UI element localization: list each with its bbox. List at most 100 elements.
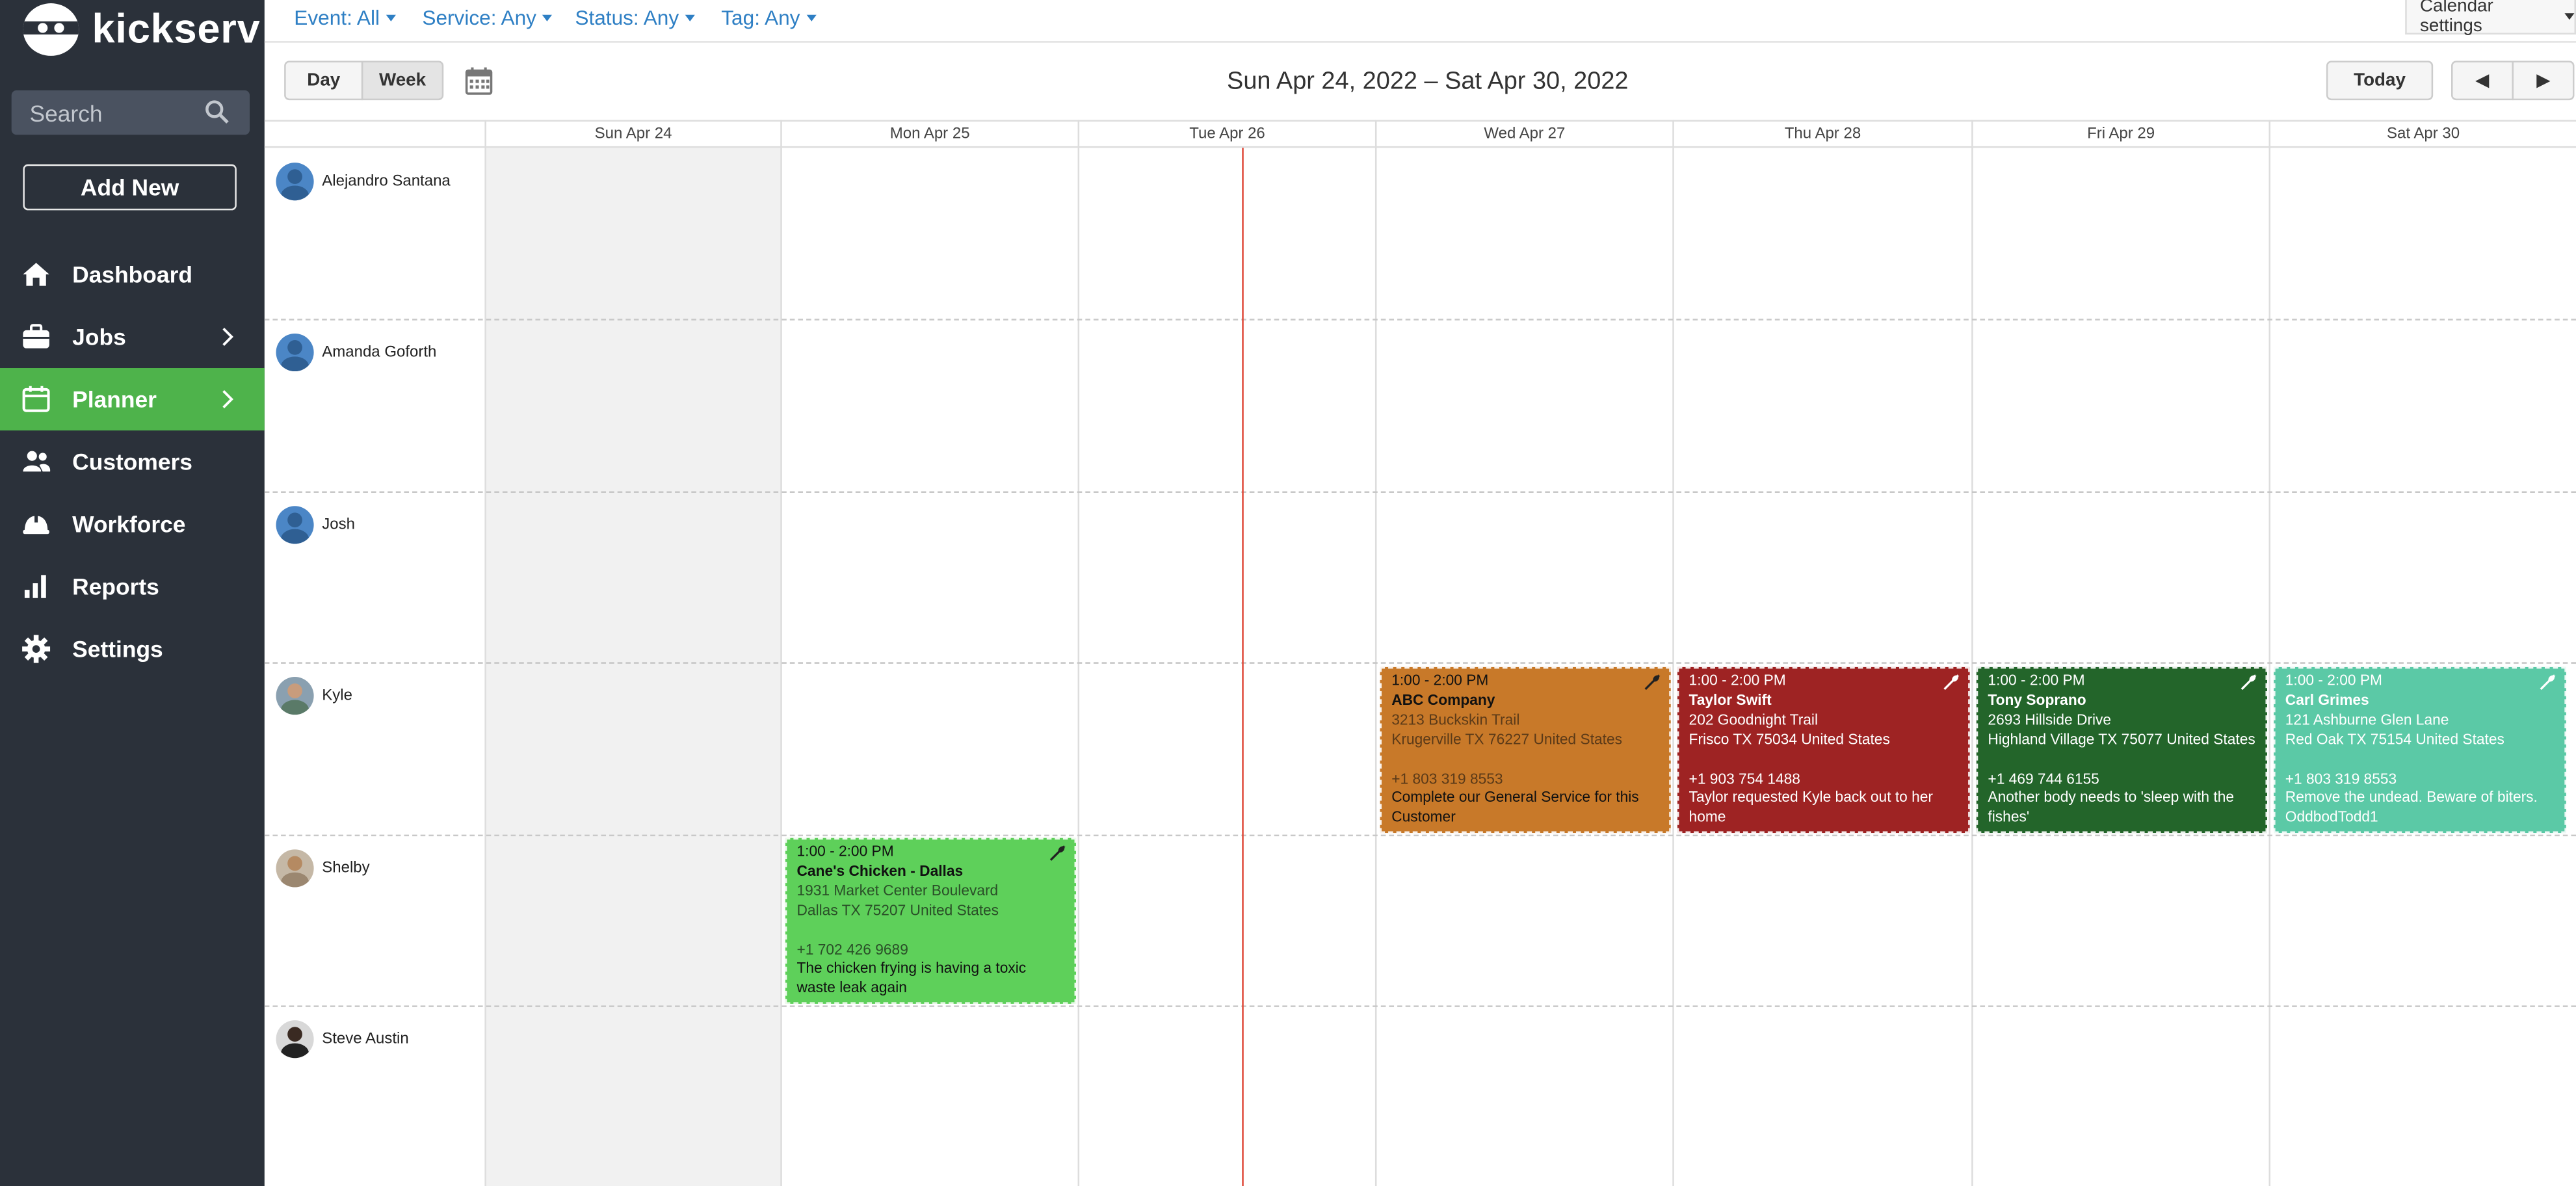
technician-row-label: Steve Austin <box>276 1019 409 1059</box>
event-time: 1:00 - 2:00 PM <box>1391 672 1489 689</box>
event-note: The chicken frying is having a toxic was… <box>796 960 1027 997</box>
day-header-fri: Fri Apr 29 <box>1973 120 2271 148</box>
filter-label: Tag: Any <box>721 7 800 30</box>
briefcase-icon <box>23 324 49 349</box>
caret-down-icon <box>2564 13 2575 20</box>
event-address-line2: Krugerville TX 76227 United States <box>1391 730 1623 747</box>
event-address-line1: 2693 Hillside Drive <box>1988 711 2112 728</box>
nav-item-planner[interactable]: Planner <box>0 368 265 431</box>
app-name: kickserv <box>92 5 261 52</box>
event-time: 1:00 - 2:00 PM <box>2285 672 2382 689</box>
search-box <box>11 90 250 135</box>
filter-label: Status: Any <box>575 7 679 30</box>
tag-filter-dropdown[interactable]: Tag: Any <box>721 7 817 30</box>
status-filter-dropdown[interactable]: Status: Any <box>575 7 696 30</box>
technician-name: Alejandro Santana <box>322 172 451 190</box>
day-header-sun: Sun Apr 24 <box>486 120 782 148</box>
technician-name: Steve Austin <box>322 1029 409 1048</box>
filter-bar: Event: All Service: Any Status: Any Tag:… <box>264 0 2576 43</box>
avatar <box>276 332 314 371</box>
nav-label: Jobs <box>72 323 126 350</box>
date-picker-icon[interactable] <box>465 66 493 95</box>
technician-name: Josh <box>322 515 355 533</box>
calendar-settings-button[interactable]: Calendar settings <box>2405 0 2576 36</box>
job-event-card[interactable]: 1:00 - 2:00 PM ABC Company 3213 Buckskin… <box>1380 666 1671 834</box>
event-filter-dropdown[interactable]: Event: All <box>294 7 397 29</box>
event-address-line1: 121 Ashburne Glen Lane <box>2285 711 2449 728</box>
event-time: 1:00 - 2:00 PM <box>1988 672 2085 689</box>
event-address-line2: Frisco TX 75034 United States <box>1689 730 1890 747</box>
previous-week-button[interactable]: ◀ <box>2451 60 2514 101</box>
row-divider <box>264 834 2576 837</box>
avatar <box>276 676 314 714</box>
search-input[interactable] <box>26 98 214 127</box>
search-icon[interactable] <box>204 99 230 125</box>
job-event-card[interactable]: 1:00 - 2:00 PM Taylor Swift 202 Goodnigh… <box>1677 666 1970 834</box>
hardhat-icon <box>23 514 49 534</box>
wrench-icon <box>2241 674 2257 691</box>
today-button[interactable]: Today <box>2326 60 2434 101</box>
technician-row-label: Kyle <box>276 676 352 715</box>
day-header-sat: Sat Apr 30 <box>2386 125 2460 143</box>
day-column-sun[interactable] <box>486 148 782 1186</box>
event-customer: Tony Soprano <box>1988 691 2086 708</box>
nav-item-reports[interactable]: Reports <box>0 555 265 618</box>
technician-name: Amanda Goforth <box>322 342 437 361</box>
calendar-grid: Sun Apr 24 Mon Apr 25 Tue Apr 26 Wed Apr… <box>264 120 2576 1186</box>
nav-label: Reports <box>72 573 159 600</box>
filter-label: Service: Any <box>422 7 536 30</box>
event-customer: Carl Grimes <box>2285 691 2369 708</box>
week-view-button[interactable]: Week <box>361 60 444 101</box>
avatar <box>276 849 314 887</box>
event-note: Another body needs to 'sleep with the fi… <box>1988 789 2235 826</box>
technician-name: Shelby <box>322 858 370 877</box>
row-divider <box>264 1005 2576 1007</box>
event-phone: +1 803 319 8553 <box>2285 769 2397 787</box>
technician-name: Kyle <box>322 685 352 704</box>
nav-item-settings[interactable]: Settings <box>0 618 265 680</box>
add-new-button[interactable]: Add New <box>23 164 237 211</box>
nav-item-jobs[interactable]: Jobs <box>0 306 265 368</box>
event-address-line2: Dallas TX 75207 United States <box>796 901 999 918</box>
event-address-line2: Red Oak TX 75154 United States <box>2285 730 2504 747</box>
calendar-settings-label: Calendar settings <box>2419 0 2493 36</box>
app-logo[interactable]: kickserv <box>23 3 260 56</box>
job-event-card[interactable]: 1:00 - 2:00 PM Cane's Chicken - Dallas 1… <box>785 837 1077 1004</box>
gear-icon <box>22 635 51 663</box>
nav-label: Workforce <box>72 510 186 538</box>
nav-label: Customers <box>72 448 192 475</box>
nav-item-customers[interactable]: Customers <box>0 430 265 493</box>
nav-label: Dashboard <box>72 261 192 288</box>
job-event-card[interactable]: 1:00 - 2:00 PM Carl Grimes 121 Ashburne … <box>2274 666 2566 834</box>
wrench-icon <box>2540 674 2556 691</box>
chevron-right-icon <box>222 328 233 346</box>
event-note: Complete our General Service for this Cu… <box>1391 789 1639 826</box>
next-week-button[interactable]: ▶ <box>2512 60 2575 101</box>
event-phone: +1 469 744 6155 <box>1988 769 2099 787</box>
resource-header <box>265 120 486 148</box>
day-header-thu: Thu Apr 28 <box>1674 120 1973 148</box>
page: kickserv Add New Dashboard Jobs <box>0 0 2576 1186</box>
day-column-mon[interactable] <box>782 148 1080 1186</box>
caret-down-icon <box>386 14 397 21</box>
event-address-line2: Highland Village TX 75077 United States <box>1988 730 2255 747</box>
avatar <box>276 1019 314 1057</box>
nav-item-workforce[interactable]: Workforce <box>0 493 265 555</box>
day-column-tue[interactable] <box>1079 148 1377 1186</box>
technician-row-label: Shelby <box>276 848 370 888</box>
wrench-icon <box>1049 845 1066 861</box>
event-address-line1: 1931 Market Center Boulevard <box>796 882 999 899</box>
event-note: Taylor requested Kyle back out to her ho… <box>1689 789 1934 826</box>
nav-item-dashboard[interactable]: Dashboard <box>0 243 265 306</box>
technician-row-label: Alejandro Santana <box>276 161 451 201</box>
service-filter-dropdown[interactable]: Service: Any <box>422 7 553 29</box>
home-icon <box>23 263 49 286</box>
event-note: Remove the undead. Beware of biters. Odd… <box>2285 789 2538 826</box>
bar-chart-icon <box>24 575 46 598</box>
nav-label: Settings <box>72 635 163 663</box>
day-view-button[interactable]: Day <box>284 60 363 101</box>
date-range-title: Sun Apr 24, 2022 – Sat Apr 30, 2022 <box>1227 67 1629 96</box>
job-event-card[interactable]: 1:00 - 2:00 PM Tony Soprano 2693 Hillsid… <box>1976 666 2267 834</box>
event-address-line1: 3213 Buckskin Trail <box>1391 711 1520 728</box>
caret-down-icon <box>806 14 817 21</box>
